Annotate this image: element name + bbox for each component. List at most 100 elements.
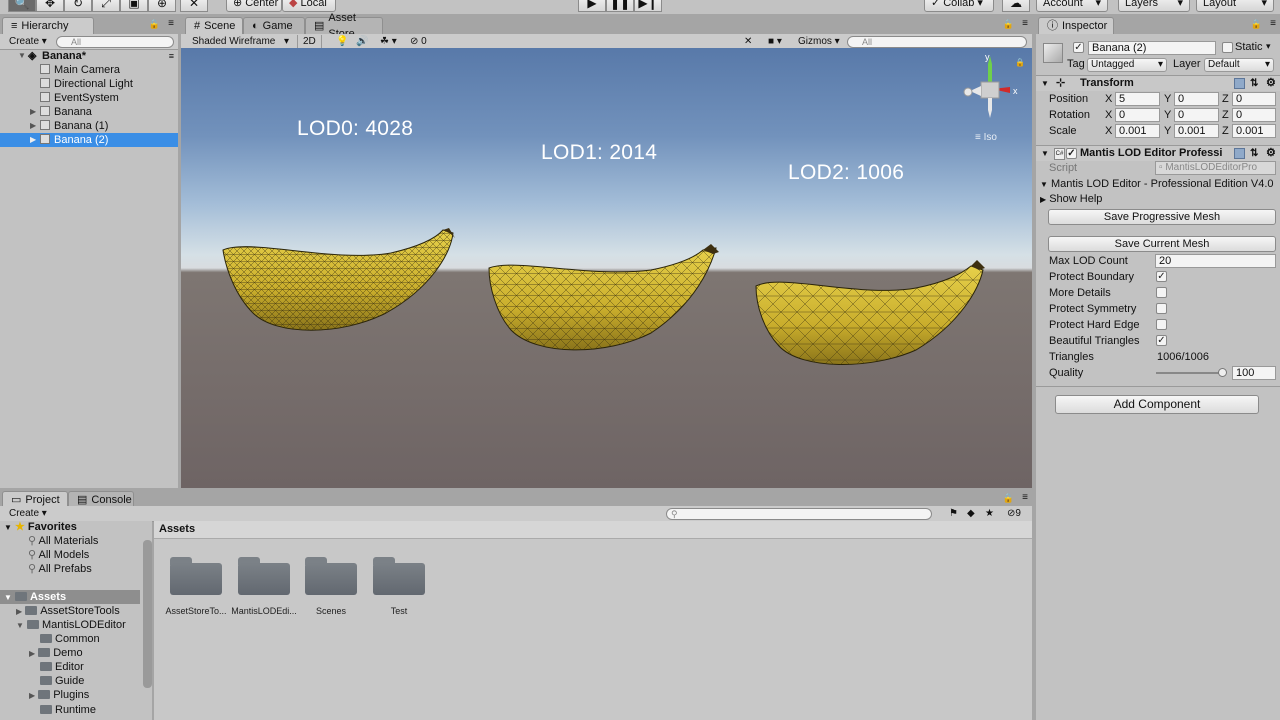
mantis-component-header[interactable]: ▼ C# ✓ Mantis LOD Editor Professi ⇅ ⚙ — [1036, 145, 1280, 161]
edition-foldout[interactable]: ▼ Mantis LOD Editor - Professional Editi… — [1040, 177, 1274, 191]
rotate-tool-icon[interactable]: ↻ — [64, 0, 92, 12]
hierarchy-item-banana-2[interactable]: ▶ Banana (2) — [0, 133, 178, 147]
tree-guide[interactable]: Guide — [40, 674, 84, 688]
rotation-x-field[interactable]: 0 — [1115, 108, 1160, 122]
position-y-field[interactable]: 0 — [1174, 92, 1219, 106]
hidden-objects-toggle[interactable]: ⊘ 0 — [405, 35, 432, 49]
banana-lod0[interactable] — [222, 228, 455, 331]
tree-mantislodeditor[interactable]: ▼ MantisLODEditor — [16, 618, 126, 632]
save-progressive-mesh-button[interactable]: Save Progressive Mesh — [1048, 209, 1276, 225]
tools-icon[interactable]: ✕ — [739, 35, 757, 49]
folder-assetstoretools[interactable] — [170, 557, 222, 595]
scale-y-field[interactable]: 0.001 — [1174, 124, 1219, 138]
protect-symmetry-checkbox[interactable] — [1156, 303, 1167, 314]
hierarchy-item-banana-1[interactable]: ▶ Banana (1) — [0, 119, 178, 133]
tab-asset-store[interactable]: ▤Asset Store — [305, 12, 383, 40]
tree-runtime[interactable]: Runtime — [40, 703, 96, 717]
hierarchy-search-input[interactable]: All — [56, 36, 174, 48]
shading-mode-dropdown[interactable]: Shaded Wireframe ▾ — [187, 35, 293, 49]
row-menu-icon[interactable]: ≡ — [169, 49, 174, 63]
folder-scenes[interactable] — [305, 557, 357, 595]
audio-toggle-icon[interactable]: 🔊 — [351, 35, 373, 49]
object-name-field[interactable]: Banana (2) — [1088, 41, 1216, 55]
hierarchy-item-banana[interactable]: ▶ Banana — [0, 105, 178, 119]
rect-tool-icon[interactable]: ▣ — [120, 0, 148, 12]
hierarchy-item-main-camera[interactable]: Main Camera — [0, 63, 178, 77]
layer-dropdown[interactable]: Default ▾ — [1204, 58, 1274, 72]
tab-inspector[interactable]: ⓘ Inspector — [1038, 17, 1114, 34]
scale-x-field[interactable]: 0.001 — [1115, 124, 1160, 138]
add-component-button[interactable]: Add Component — [1055, 395, 1259, 414]
position-z-field[interactable]: 0 — [1232, 92, 1276, 106]
scale-tool-icon[interactable]: ⤢ — [92, 0, 120, 12]
scale-z-field[interactable]: 0.001 — [1232, 124, 1276, 138]
transform-header[interactable]: ▼ ⊹ Transform ⇅ ⚙ — [1036, 75, 1280, 91]
favorite-all-models[interactable]: ⚲ All Models — [28, 548, 89, 562]
cloud-icon[interactable]: ☁ — [1002, 0, 1030, 12]
layers-dropdown[interactable]: Layers ▾ — [1118, 0, 1190, 12]
favorites-row[interactable]: ▼ ★ Favorites — [4, 520, 77, 534]
tab-game[interactable]: ◐ Game — [243, 17, 305, 34]
expand-arrow-icon[interactable]: ▶ — [30, 133, 36, 147]
protect-boundary-checkbox[interactable]: ✓ — [1156, 271, 1167, 282]
project-create-dropdown[interactable]: Create ▾ — [4, 507, 52, 521]
favorite-all-prefabs[interactable]: ⚲ All Prefabs — [28, 562, 92, 576]
expand-arrow-icon[interactable]: ▶ — [29, 649, 35, 658]
collapse-arrow-icon[interactable]: ▼ — [4, 593, 12, 602]
rotation-y-field[interactable]: 0 — [1174, 108, 1219, 122]
quality-slider-thumb[interactable] — [1218, 368, 1227, 377]
tab-hierarchy[interactable]: ≡ Hierarchy — [2, 17, 94, 34]
collapse-arrow-icon[interactable]: ▼ — [1040, 180, 1048, 189]
rotation-z-field[interactable]: 0 — [1232, 108, 1276, 122]
banana-lod1[interactable] — [488, 244, 719, 351]
hierarchy-item-eventsystem[interactable]: EventSystem — [0, 91, 178, 105]
projection-label[interactable]: ≡ Iso — [975, 132, 997, 143]
pivot-center-button[interactable]: ⊕ Center — [226, 0, 282, 12]
effects-dropdown-icon[interactable]: ☘ ▾ — [375, 35, 402, 49]
component-gear-icon[interactable]: ⚙ — [1266, 146, 1276, 161]
play-button[interactable]: ▶ — [578, 0, 606, 12]
project-search-input[interactable]: ⚲ — [666, 508, 932, 520]
protect-hard-edge-checkbox[interactable] — [1156, 319, 1167, 330]
move-tool-icon[interactable]: ✥ — [36, 0, 64, 12]
scene-search-input[interactable]: All — [847, 36, 1027, 48]
lock-icon[interactable]: 🔒 — [1003, 493, 1014, 504]
collapse-arrow-icon[interactable]: ▼ — [16, 621, 24, 630]
scene-orientation-gizmo[interactable]: y x ≡ Iso 🔒 — [963, 52, 1025, 146]
tree-scrollbar[interactable] — [143, 540, 152, 688]
hidden-packages-toggle[interactable]: ⊘9 — [1002, 507, 1026, 521]
folder-mantislodeditor[interactable] — [238, 557, 290, 595]
help-book-icon[interactable] — [1234, 78, 1245, 89]
panel-menu-icon[interactable]: ≡ — [1270, 18, 1276, 29]
step-button[interactable]: ▶❙ — [634, 0, 662, 12]
quality-field[interactable]: 100 — [1232, 366, 1276, 380]
tree-demo[interactable]: ▶ Demo — [29, 646, 83, 660]
hierarchy-create-dropdown[interactable]: Create ▾ — [4, 35, 52, 49]
component-enabled-checkbox[interactable]: ✓ — [1066, 148, 1077, 159]
static-dropdown-icon[interactable]: ▾ — [1266, 41, 1271, 52]
scene-viewport[interactable]: LOD0: 4028 LOD1: 2014 LOD2: 1006 y x ≡ I… — [181, 48, 1032, 488]
position-x-field[interactable]: 5 — [1115, 92, 1160, 106]
collab-dropdown[interactable]: ✓ Collab ▾ — [924, 0, 994, 12]
folder-test[interactable] — [373, 557, 425, 595]
hierarchy-item-directional-light[interactable]: Directional Light — [0, 77, 178, 91]
tree-plugins[interactable]: ▶ Plugins — [29, 688, 89, 702]
gizmo-lock-icon[interactable]: 🔒 — [1015, 58, 1025, 67]
save-current-mesh-button[interactable]: Save Current Mesh — [1048, 236, 1276, 252]
transform-tool-icon[interactable]: ⊕ — [148, 0, 176, 12]
tree-common[interactable]: Common — [40, 632, 100, 646]
expand-arrow-icon[interactable]: ▶ — [1040, 195, 1046, 204]
layout-dropdown[interactable]: Layout ▾ — [1196, 0, 1274, 12]
tag-dropdown[interactable]: Untagged ▾ — [1087, 58, 1167, 72]
custom-tool-icon[interactable]: ✕ — [180, 0, 208, 12]
favorite-all-materials[interactable]: ⚲ All Materials — [28, 534, 98, 548]
preset-icon[interactable]: ⇅ — [1250, 76, 1258, 91]
collapse-arrow-icon[interactable]: ▼ — [4, 523, 12, 532]
expand-arrow-icon[interactable]: ▶ — [30, 105, 36, 119]
active-checkbox[interactable]: ✓ — [1073, 42, 1084, 53]
splitter[interactable] — [178, 16, 181, 488]
account-dropdown[interactable]: Account ▾ — [1036, 0, 1108, 12]
expand-arrow-icon[interactable]: ▶ — [29, 691, 35, 700]
more-details-checkbox[interactable] — [1156, 287, 1167, 298]
breadcrumb[interactable]: Assets — [159, 523, 195, 535]
